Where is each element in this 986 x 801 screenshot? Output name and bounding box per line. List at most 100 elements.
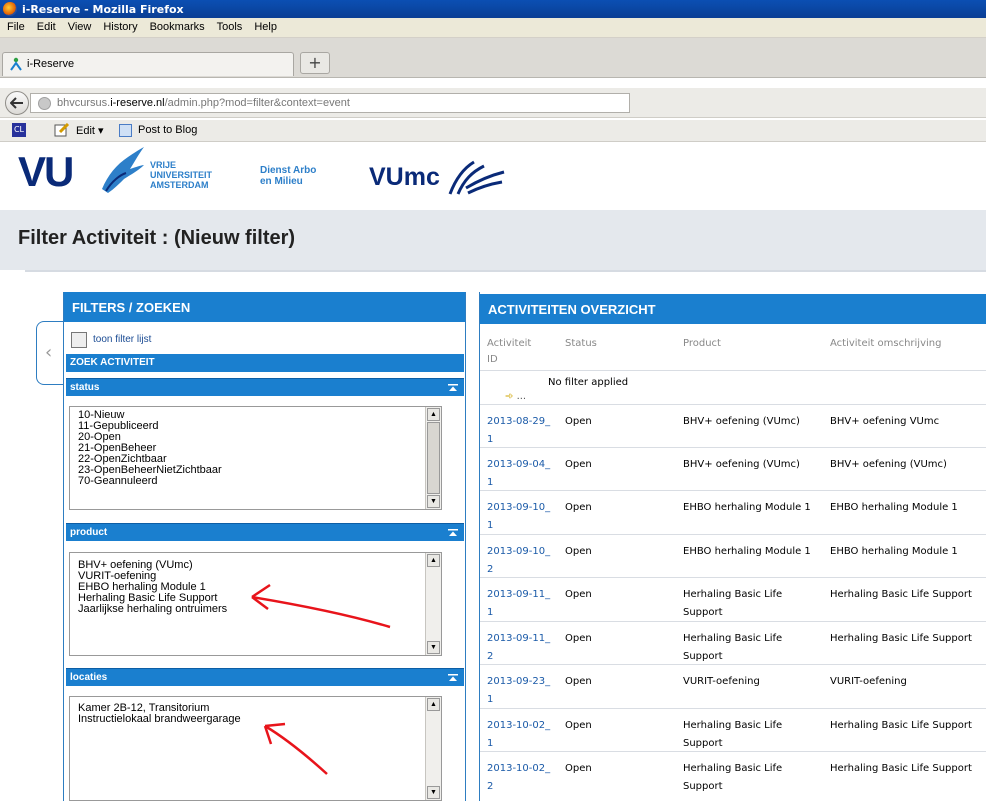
red-annotation-arrow-icon	[251, 583, 391, 629]
zoek-activiteit-header: ZOEK ACTIVITEIT	[66, 354, 464, 372]
activity-id-link[interactable]: 2013-10-02_ 1	[487, 717, 565, 753]
column-header-product[interactable]: Product	[683, 336, 721, 352]
page-header: Filter Activiteit : (Nieuw filter)	[0, 210, 986, 270]
omschrijving-cell: VURIT-oefening	[830, 676, 907, 687]
menu-tools[interactable]: Tools	[210, 18, 248, 33]
red-annotation-arrow-icon	[263, 722, 328, 775]
no-filter-label: No filter applied	[548, 377, 629, 388]
activity-id-link[interactable]: 2013-09-23_ 1	[487, 673, 565, 709]
table-row[interactable]: 2013-09-11_ 2 Open Herhaling Basic Life Sup…	[480, 621, 986, 664]
back-button[interactable]	[5, 91, 29, 115]
activity-id-link[interactable]: 2013-10-02_ 2	[487, 760, 565, 796]
filter-panel-toggle[interactable]: ‹	[36, 321, 66, 385]
scroll-up-icon[interactable]: ▲	[427, 698, 440, 711]
scroll-down-icon[interactable]: ▼	[427, 641, 440, 654]
new-tab-button[interactable]: +	[300, 52, 330, 74]
menu-bar: File Edit View History Bookmarks Tools Help	[0, 18, 986, 38]
product-cell: Herhaling Basic Life Support	[683, 633, 783, 662]
status-listbox[interactable]: 10-Nieuw 11-Gepubliceerd 20-Open 21-Open…	[69, 406, 442, 510]
i-reserve-favicon-icon	[10, 57, 22, 71]
menu-history[interactable]: History	[96, 18, 142, 33]
edit-pencil-icon[interactable]	[54, 123, 70, 137]
tab-i-reserve[interactable]: i-Reserve	[2, 52, 294, 76]
activity-id-link[interactable]: 2013-09-11_ 1	[487, 586, 565, 622]
vu-griffin-logo-icon	[102, 147, 144, 193]
collapse-icon[interactable]	[448, 384, 458, 392]
filter-arrow-icon[interactable]: ➾ ...	[505, 391, 526, 402]
status-cell: Open	[565, 459, 592, 470]
toon-filter-label: toon filter lijst	[93, 334, 152, 345]
dienst-arbo-text: Dienst Arbo en Milieu	[260, 165, 317, 187]
activity-id-link[interactable]: 2013-09-11_ 2	[487, 630, 565, 666]
activity-id-link[interactable]: 2013-09-04_ 1	[487, 456, 565, 492]
window-title: i-Reserve - Mozilla Firefox	[22, 3, 184, 16]
column-header-id[interactable]: Activiteit ID	[487, 336, 531, 368]
collapse-icon[interactable]	[448, 674, 458, 682]
table-row[interactable]: 2013-09-04_ 1 Open BHV+ oefening (VUmc) BHV+…	[480, 447, 986, 490]
url-bar[interactable]: bhvcursus.i-reserve.nl/admin.php?mod=fil…	[30, 93, 630, 113]
status-cell: Open	[565, 546, 592, 557]
collapse-icon[interactable]	[448, 529, 458, 537]
column-header-status[interactable]: Status	[565, 336, 597, 352]
omschrijving-cell: EHBO herhaling Module 1	[830, 546, 958, 557]
table-row[interactable]: 2013-09-10_ 1 Open EHBO herhaling Module 1 E…	[480, 490, 986, 534]
status-section-header[interactable]: status	[66, 378, 464, 396]
ct-addon-icon[interactable]: CL	[12, 123, 26, 137]
scroll-up-icon[interactable]: ▲	[427, 554, 440, 567]
scroll-thumb[interactable]	[427, 422, 440, 494]
post-to-blog-button[interactable]: Post to Blog	[138, 124, 197, 136]
omschrijving-cell: Herhaling Basic Life Support	[830, 633, 972, 644]
column-header-omschrijving[interactable]: Activiteit omschrijving	[830, 336, 941, 352]
menu-help[interactable]: Help	[247, 18, 282, 33]
scroll-up-icon[interactable]: ▲	[427, 408, 440, 421]
filter-panel-header: FILTERS / ZOEKEN	[64, 292, 465, 322]
scroll-down-icon[interactable]: ▼	[427, 786, 440, 799]
table-row[interactable]: 2013-09-10_ 2 Open EHBO herhaling Module 1 E…	[480, 534, 986, 577]
activities-overview-panel: ACTIVITEITEN OVERZICHT Activiteit ID Stat…	[479, 292, 986, 801]
table-row[interactable]: 2013-10-02_ 1 Open Herhaling Basic Life Sup…	[480, 708, 986, 751]
tab-bar: i-Reserve +	[0, 38, 986, 78]
firefox-icon	[3, 2, 17, 16]
table-row[interactable]: 2013-09-11_ 1 Open Herhaling Basic Life Sup…	[480, 577, 986, 621]
locaties-section-header[interactable]: locaties	[66, 668, 464, 686]
scroll-down-icon[interactable]: ▼	[427, 495, 440, 508]
url-path: /admin.php?mod=filter&context=event	[164, 97, 350, 109]
product-section-header[interactable]: product	[66, 523, 464, 541]
page-title: Filter Activiteit : (Nieuw filter)	[18, 227, 296, 249]
product-cell: Herhaling Basic Life Support	[683, 589, 783, 618]
omschrijving-cell: Herhaling Basic Life Support	[830, 589, 972, 600]
overview-header: ACTIVITEITEN OVERZICHT	[480, 294, 986, 324]
omschrijving-cell: BHV+ oefening VUmc	[830, 416, 940, 427]
document-icon	[71, 332, 87, 348]
status-scrollbar[interactable]: ▲ ▼	[425, 407, 441, 509]
product-cell: BHV+ oefening (VUmc)	[683, 459, 800, 470]
table-row[interactable]: 2013-08-29_ 1 Open BHV+ oefening (VUmc) BHV+…	[480, 404, 986, 447]
omschrijving-cell: Herhaling Basic Life Support	[830, 720, 972, 731]
list-item[interactable]: 70-Geannuleerd	[70, 476, 441, 487]
list-item[interactable]: 11-Gepubliceerd	[70, 421, 441, 432]
tab-label: i-Reserve	[27, 58, 75, 70]
product-scrollbar[interactable]: ▲ ▼	[425, 553, 441, 655]
logo-header: VU VRIJE UNIVERSITEIT AMSTERDAM Dienst Arb…	[0, 143, 986, 210]
status-cell: Open	[565, 676, 592, 687]
omschrijving-cell: Herhaling Basic Life Support	[830, 763, 972, 774]
product-cell: Herhaling Basic Life Support	[683, 720, 783, 749]
table-row[interactable]: 2013-10-02_ 2 Open Herhaling Basic Life Sup…	[480, 751, 986, 794]
vu-logo-text: VU	[18, 148, 74, 195]
navigation-bar: bhvcursus.i-reserve.nl/admin.php?mod=fil…	[0, 88, 986, 118]
product-cell: EHBO herhaling Module 1	[683, 502, 811, 513]
status-cell: Open	[565, 633, 592, 644]
table-row[interactable]: 2013-09-23_ 1 Open VURIT-oefening VURIT-oefe…	[480, 664, 986, 708]
url-prefix: bhvcursus.	[57, 97, 111, 109]
activity-id-link[interactable]: 2013-09-10_ 2	[487, 543, 565, 579]
activity-id-link[interactable]: 2013-09-10_ 1	[487, 499, 565, 535]
menu-view[interactable]: View	[61, 18, 97, 33]
menu-bookmarks[interactable]: Bookmarks	[143, 18, 210, 33]
product-cell: VURIT-oefening	[683, 676, 760, 687]
locaties-scrollbar[interactable]: ▲ ▼	[425, 697, 441, 800]
menu-edit[interactable]: Edit	[30, 18, 61, 33]
menu-file[interactable]: File	[0, 18, 30, 33]
edit-menu[interactable]: Edit ▾	[76, 124, 104, 137]
activity-id-link[interactable]: 2013-08-29_ 1	[487, 413, 565, 449]
filter-row: No filter applied ➾ ...	[480, 370, 986, 404]
